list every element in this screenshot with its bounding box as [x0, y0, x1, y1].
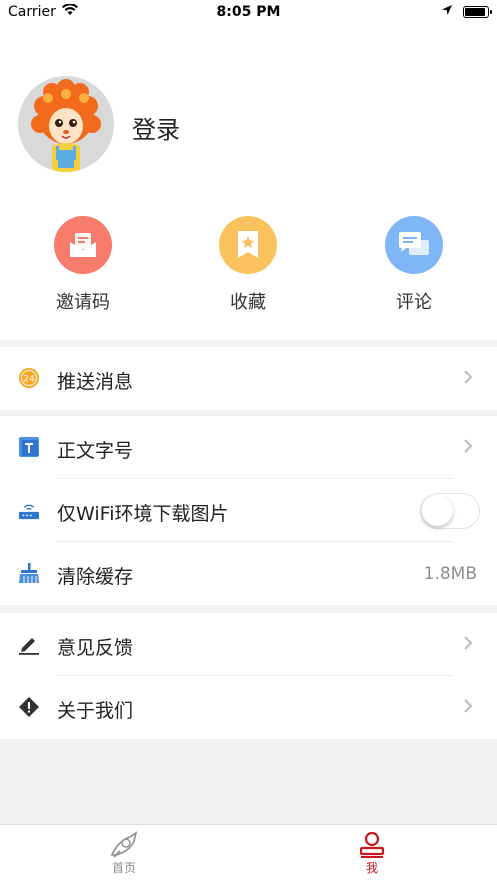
menu-group-info: 意见反馈 关于我们: [0, 613, 497, 739]
location-arrow-icon: [441, 4, 453, 20]
chat-bubbles-icon: [385, 216, 443, 274]
battery-icon: [463, 6, 492, 18]
about-us-label: 关于我们: [57, 700, 134, 722]
home-mascot-icon: [64, 831, 184, 859]
feedback-row[interactable]: 意见反馈: [0, 613, 497, 676]
wifi-images-toggle[interactable]: [420, 493, 480, 529]
tab-bar: 首页 我: [0, 824, 497, 883]
favorites-label: 收藏: [230, 292, 266, 313]
chevron-right-icon: [463, 369, 473, 390]
chevron-right-icon: [463, 438, 473, 459]
chevron-right-icon: [463, 635, 473, 656]
text-t-icon: [18, 436, 40, 458]
clear-cache-row[interactable]: 清除缓存 1.8MB: [0, 542, 497, 605]
status-time: 8:05 PM: [216, 4, 281, 20]
envelope-icon: [54, 216, 112, 274]
font-size-row[interactable]: 正文字号: [0, 416, 497, 479]
lion-mascot-icon: [18, 76, 114, 172]
clear-cache-label: 清除缓存: [57, 566, 134, 588]
router-wifi-icon: [18, 499, 40, 521]
tab-home-label: 首页: [111, 861, 136, 875]
wifi-images-row: 仅WiFi环境下载图片: [0, 479, 497, 542]
tab-me-label: 我: [365, 861, 378, 875]
tab-home[interactable]: 首页: [64, 831, 184, 876]
toggle-knob: [422, 495, 453, 526]
chevron-right-icon: [463, 698, 473, 719]
feedback-label: 意见反馈: [57, 637, 134, 659]
tab-me[interactable]: 我: [312, 831, 432, 876]
invite-code-button[interactable]: 邀请码: [23, 216, 143, 314]
invite-code-label: 邀请码: [56, 292, 110, 313]
diamond-alert-icon: [18, 696, 40, 718]
broom-icon: [18, 562, 40, 584]
about-us-row[interactable]: 关于我们: [0, 676, 497, 739]
wifi-images-label: 仅WiFi环境下载图片: [57, 503, 229, 525]
user-icon: [312, 831, 432, 859]
battery-level: [465, 8, 485, 16]
menu-group-settings: 正文字号 仅WiFi环境下载图片 清除缓存 1.8MB: [0, 416, 497, 605]
status-bar: Carrier 8:05 PM: [0, 0, 497, 26]
badge-24-icon: 24: [18, 367, 40, 389]
bookmark-star-icon: [219, 216, 277, 274]
favorites-button[interactable]: 收藏: [188, 216, 308, 314]
menu-group-push: 24 推送消息: [0, 347, 497, 410]
cache-size-value: 1.8MB: [423, 564, 477, 584]
pencil-icon: [18, 633, 40, 655]
badge-24-text: 24: [23, 375, 35, 385]
push-messages-row[interactable]: 24 推送消息: [0, 347, 497, 410]
quick-actions: 邀请码 收藏 评论: [0, 216, 497, 326]
avatar[interactable]: [18, 76, 114, 172]
comments-button[interactable]: 评论: [354, 216, 474, 314]
login-label[interactable]: 登录: [132, 110, 180, 145]
profile-section: 登录 邀请码 收藏 评论: [0, 26, 497, 340]
push-messages-label: 推送消息: [57, 371, 134, 393]
comments-label: 评论: [396, 292, 432, 313]
font-size-label: 正文字号: [57, 440, 134, 462]
